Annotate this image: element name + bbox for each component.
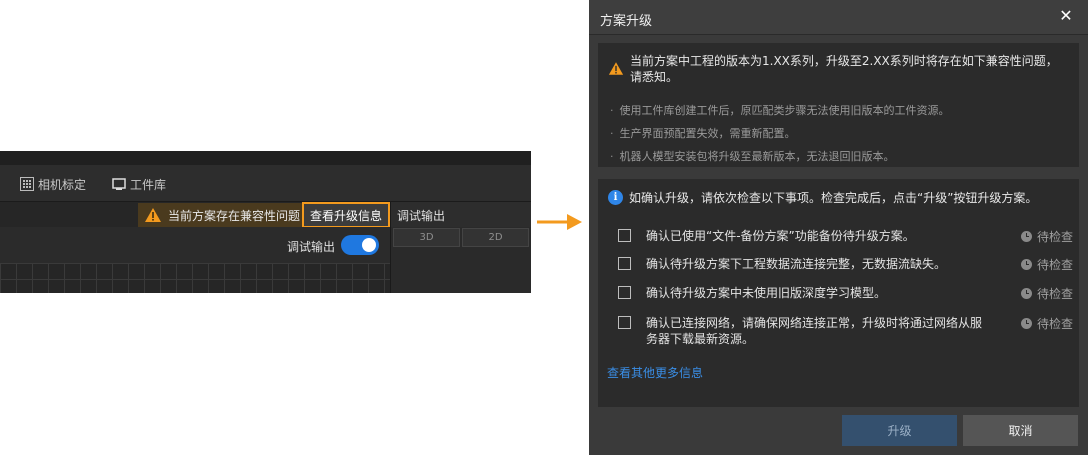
clock-icon (1020, 318, 1032, 329)
info-icon: i (608, 190, 623, 205)
warning-message-text: 当前方案中工程的版本为1.XX系列，升级至2.XX系列时将存在如下兼容性问题，请… (630, 54, 1058, 84)
warning-icon (608, 62, 624, 75)
issue-item: 机器人模型安装包将升级至最新版本，无法退回旧版本。 (610, 148, 895, 164)
toolbar-workpiece-library-label: 工件库 (130, 177, 167, 192)
checklist-panel: i 如确认升级，请依次检查以下事项。检查完成后，点击“升级”按钮升级方案。 确认… (598, 179, 1079, 407)
debug-output-title: 调试输出 (390, 202, 531, 227)
tab-2d[interactable]: 2D (462, 228, 529, 247)
toolbar-camera-calibration-label: 相机标定 (38, 177, 87, 192)
debug-output-toggle[interactable] (341, 235, 379, 255)
checklist-status-text: 待检查 (1036, 230, 1073, 244)
checklist-status-text: 待检查 (1036, 258, 1073, 272)
dialog-title: 方案升级 (600, 14, 653, 29)
toggle-knob (362, 238, 376, 252)
checklist-checkbox[interactable] (618, 257, 631, 270)
title-strip (0, 151, 531, 165)
checklist-item-label: 确认已使用“文件-备份方案”功能备份待升级方案。 (646, 229, 915, 243)
compatibility-warning-message: 当前方案中工程的版本为1.XX系列，升级至2.XX系列时将存在如下兼容性问题，请… (608, 53, 1068, 85)
checklist-item-label: 确认已连接网络，请确保网络连接正常，升级时将通过网络从服务器下载最新资源。 (646, 316, 983, 346)
checklist-status: 待检查 (1020, 285, 1073, 302)
checklist-status: 待检查 (1020, 228, 1073, 245)
checklist-item-label: 确认待升级方案中未使用旧版深度学习模型。 (646, 286, 887, 300)
view-upgrade-info-button[interactable]: 查看升级信息 (302, 202, 390, 228)
clock-icon (1020, 231, 1032, 242)
issue-item: 使用工件库创建工件后，原匹配类步骤无法使用旧版本的工件资源。 (610, 102, 950, 118)
instruction-message: i 如确认升级，请依次检查以下事项。检查完成后，点击“升级”按钮升级方案。 (608, 189, 1037, 206)
app-toolbar: 相机标定 工件库 (0, 165, 531, 202)
checklist-status: 待检查 (1020, 256, 1073, 273)
warning-icon (145, 208, 161, 222)
upgrade-dialog: 方案升级 ✕ 当前方案中工程的版本为1.XX系列，升级至2.XX系列时将存在如下… (589, 0, 1088, 455)
issue-item: 生产界面预配置失效，需重新配置。 (610, 125, 796, 141)
canvas-grid (0, 263, 390, 293)
calibration-grid-icon (20, 177, 34, 191)
toolbar-camera-calibration[interactable]: 相机标定 (20, 176, 86, 192)
checklist-checkbox[interactable] (618, 229, 631, 242)
tab-3d[interactable]: 3D (393, 228, 460, 247)
toolbar-workpiece-library[interactable]: 工件库 (112, 176, 166, 192)
close-icon[interactable]: ✕ (1058, 8, 1074, 24)
checklist-item-label: 确认待升级方案下工程数据流连接完整，无数据流缺失。 (646, 257, 947, 271)
checklist-checkbox[interactable] (618, 316, 631, 329)
checklist-status-text: 待检查 (1036, 317, 1073, 331)
checklist-status: 待检查 (1020, 315, 1073, 332)
app-window: 相机标定 工件库 当前方案存在兼容性问题 查看升级信息 调试输出 3D 2D 调… (0, 151, 531, 293)
instruction-text: 如确认升级，请依次检查以下事项。检查完成后，点击“升级”按钮升级方案。 (629, 191, 1038, 205)
clock-icon (1020, 288, 1032, 299)
more-info-link[interactable]: 查看其他更多信息 (607, 364, 703, 381)
workpiece-library-icon (112, 178, 126, 190)
checklist-checkbox[interactable] (618, 286, 631, 299)
clock-icon (1020, 259, 1032, 270)
upgrade-button[interactable]: 升级 (842, 415, 957, 446)
compatibility-warning: 当前方案存在兼容性问题 (138, 203, 304, 227)
checklist-status-text: 待检查 (1036, 287, 1073, 301)
debug-output-toggle-label: 调试输出 (287, 240, 336, 254)
debug-output-panel: 3D 2D (390, 227, 531, 293)
compatibility-warning-text: 当前方案存在兼容性问题 (168, 208, 301, 223)
cancel-button[interactable]: 取消 (963, 415, 1078, 446)
compatibility-issues-panel: 当前方案中工程的版本为1.XX系列，升级至2.XX系列时将存在如下兼容性问题，请… (598, 43, 1079, 167)
dialog-title-bar: 方案升级 ✕ (589, 0, 1088, 35)
arrow-right-icon (537, 214, 582, 230)
